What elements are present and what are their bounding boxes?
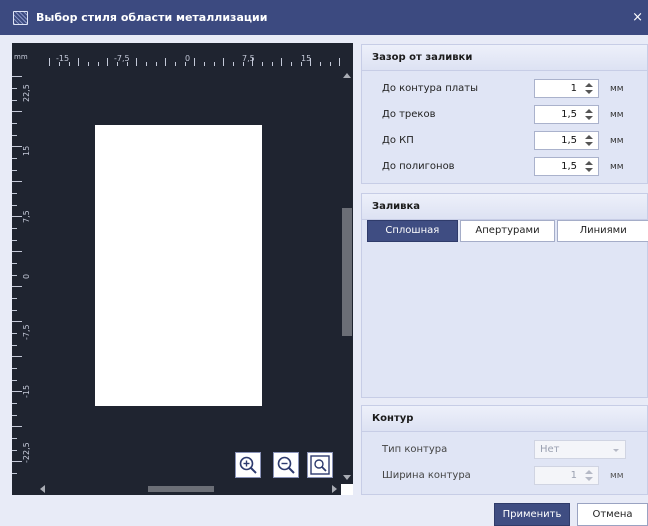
- spinbox-value[interactable]: 1,5: [561, 135, 577, 146]
- spin-arrows-icon[interactable]: [585, 82, 593, 95]
- left-ruler-label: 7,5: [22, 210, 31, 223]
- vertical-scrollbar[interactable]: [341, 66, 353, 486]
- unit-label: мм: [610, 110, 624, 120]
- unit-label: мм: [610, 84, 624, 94]
- contour-width-row: Ширина контура 1 мм: [362, 466, 647, 486]
- clearance-panel: Зазор от заливки До контура платы 1 мм Д…: [361, 44, 648, 184]
- left-ruler-label: 22,5: [22, 84, 31, 102]
- scroll-up-icon[interactable]: [343, 73, 351, 78]
- spinbox-value[interactable]: 1,5: [561, 161, 577, 172]
- fill-style-tabs: Сплошная Апертурами Линиями: [367, 220, 648, 242]
- tab-solid[interactable]: Сплошная: [367, 220, 458, 242]
- board-outline: [95, 125, 262, 406]
- spinbox-value[interactable]: 1: [571, 470, 577, 481]
- clearance-label: До КП: [382, 135, 414, 146]
- top-ruler-label: 15: [301, 54, 312, 63]
- select-value[interactable]: Нет: [540, 444, 560, 455]
- left-ruler-label: 0: [22, 273, 31, 279]
- zoom-fit-button[interactable]: [307, 452, 333, 478]
- top-ruler-label: 0: [185, 54, 191, 63]
- left-ruler-label: -22,5: [22, 442, 31, 463]
- contour-type-label: Тип контура: [382, 444, 448, 455]
- zoom-in-icon: [239, 456, 257, 474]
- top-ruler-label: -15: [56, 54, 70, 63]
- tab-apertures[interactable]: Апертурами: [459, 220, 556, 242]
- spin-arrows-icon[interactable]: [585, 160, 593, 173]
- horizontal-scroll-thumb[interactable]: [148, 486, 214, 492]
- contour-width-spinbox[interactable]: 1: [534, 466, 599, 485]
- fill-panel: Заливка Сплошная Апертурами Линиями: [361, 193, 648, 398]
- unit-label: мм: [610, 136, 624, 146]
- left-ruler: 22,5 15 7,5 0 -7,5 -15 -22,5: [12, 43, 36, 495]
- unit-label: мм: [610, 162, 624, 172]
- window-title: Выбор стиля области металлизации: [36, 11, 268, 24]
- spin-arrows-icon[interactable]: [585, 108, 593, 121]
- cancel-button[interactable]: Отмена: [577, 503, 648, 526]
- board-outline-clearance-spinbox[interactable]: 1: [534, 79, 599, 98]
- fill-panel-title: Заливка: [362, 194, 647, 220]
- clearance-label: До полигонов: [382, 161, 455, 172]
- polygons-clearance-spinbox[interactable]: 1,5: [534, 157, 599, 176]
- zoom-in-button[interactable]: [235, 452, 261, 478]
- spinbox-value[interactable]: 1,5: [561, 109, 577, 120]
- board-preview[interactable]: mm -15 -7,5 0 7,5 15 22,5 15 7,5 0 -7,5 …: [12, 43, 353, 495]
- zoom-out-icon: [277, 456, 295, 474]
- unit-label: мм: [610, 471, 624, 481]
- clearance-row: До КП 1,5 мм: [362, 131, 647, 151]
- scroll-corner: [341, 484, 353, 495]
- tab-lines[interactable]: Линиями: [557, 220, 648, 242]
- spin-arrows-icon[interactable]: [585, 134, 593, 147]
- contour-type-row: Тип контура Нет: [362, 440, 647, 460]
- spin-arrows-icon[interactable]: [585, 469, 593, 482]
- chevron-down-icon[interactable]: [613, 449, 619, 452]
- clearance-label: До треков: [382, 109, 436, 120]
- zoom-out-button[interactable]: [273, 452, 299, 478]
- clearance-row: До контура платы 1 мм: [362, 79, 647, 99]
- scroll-left-icon[interactable]: [40, 485, 45, 493]
- contour-width-label: Ширина контура: [382, 470, 471, 481]
- scroll-down-icon[interactable]: [343, 475, 351, 480]
- spinbox-value[interactable]: 1: [571, 83, 577, 94]
- tracks-clearance-spinbox[interactable]: 1,5: [534, 105, 599, 124]
- top-ruler-label: -7,5: [114, 54, 130, 63]
- contour-panel: Контур Тип контура Нет Ширина контура 1 …: [361, 405, 648, 495]
- top-ruler-label: 7,5: [242, 54, 255, 63]
- contour-panel-title: Контур: [362, 406, 647, 432]
- horizontal-scrollbar[interactable]: [36, 484, 341, 495]
- left-ruler-label: -7,5: [22, 324, 31, 340]
- clearance-row: До полигонов 1,5 мм: [362, 157, 647, 177]
- left-ruler-label: 15: [22, 145, 31, 156]
- clearance-panel-title: Зазор от заливки: [362, 45, 647, 71]
- top-ruler: mm -15 -7,5 0 7,5 15: [12, 43, 353, 66]
- scroll-right-icon[interactable]: [332, 485, 337, 493]
- clearance-label: До контура платы: [382, 83, 478, 94]
- zoom-fit-icon: [310, 455, 330, 475]
- hatched-area-icon: [13, 10, 28, 25]
- contour-type-select[interactable]: Нет: [534, 440, 626, 459]
- left-ruler-label: -15: [22, 384, 31, 398]
- pads-clearance-spinbox[interactable]: 1,5: [534, 131, 599, 150]
- clearance-row: До треков 1,5 мм: [362, 105, 647, 125]
- title-bar: Выбор стиля области металлизации ×: [0, 0, 648, 35]
- apply-button[interactable]: Применить: [494, 503, 570, 526]
- vertical-scroll-thumb[interactable]: [342, 208, 352, 336]
- close-icon[interactable]: ×: [632, 11, 643, 24]
